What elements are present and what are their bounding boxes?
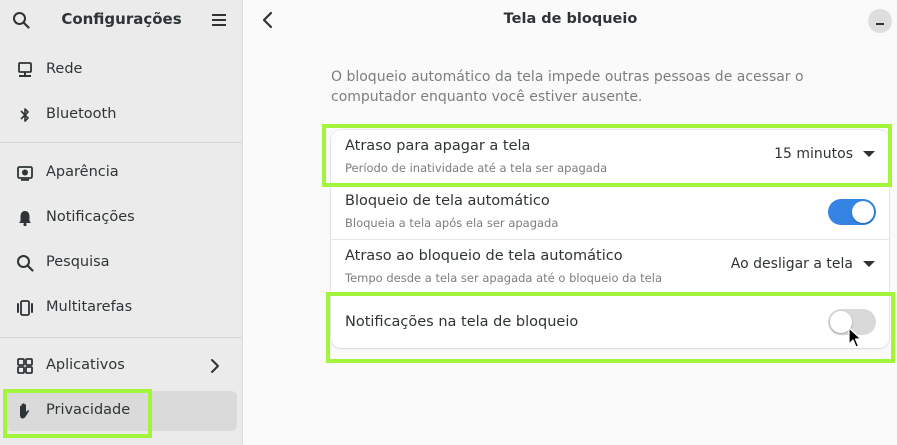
- mouse-pointer-icon: [848, 327, 862, 348]
- sidebar-item-label: Notificações: [46, 209, 135, 225]
- dropdown-value: Ao desligar a tela: [730, 256, 853, 272]
- auto-lock-toggle[interactable]: [828, 199, 876, 225]
- network-icon: [18, 62, 32, 77]
- row-subtitle: Bloqueia a tela após ela ser apagada: [345, 216, 559, 230]
- row-title: Atraso ao bloqueio de tela automático: [345, 248, 623, 264]
- sidebar-item-label: Aparência: [46, 164, 119, 180]
- sidebar-item-label: Bluetooth: [46, 106, 117, 122]
- search-icon: [17, 255, 34, 272]
- sidebar-item-bluetooth[interactable]: Bluetooth: [6, 95, 237, 135]
- sidebar-item-pesquisa[interactable]: Pesquisa: [6, 243, 237, 283]
- sidebar: Configurações Rede Bluetooth Aparência N…: [0, 0, 243, 445]
- highlight-box-screen-blank-delay: [322, 124, 892, 187]
- sidebar-divider: [0, 337, 243, 338]
- bell-icon: [19, 211, 31, 227]
- hamburger-menu-icon[interactable]: [210, 11, 228, 29]
- sidebar-item-multitarefas[interactable]: Multitarefas: [6, 288, 237, 328]
- main-panel: Tela de bloqueio O bloqueio automático d…: [244, 0, 897, 445]
- sidebar-item-aplicativos[interactable]: Aplicativos: [6, 346, 237, 386]
- sidebar-item-aparencia[interactable]: Aparência: [6, 153, 237, 193]
- auto-lock-delay-row[interactable]: Atraso ao bloqueio de tela automático Te…: [331, 239, 889, 294]
- minimize-button[interactable]: [868, 9, 892, 33]
- page-title: Tela de bloqueio: [503, 11, 638, 27]
- sidebar-item-label: Multitarefas: [46, 299, 133, 315]
- sidebar-divider: [0, 142, 243, 143]
- toggle-knob: [852, 201, 874, 223]
- appearance-icon: [17, 166, 33, 181]
- apps-grid-icon: [17, 358, 33, 374]
- sidebar-header: Configurações: [0, 0, 243, 40]
- row-subtitle: Tempo desde a tela ser apagada até o blo…: [345, 271, 663, 285]
- page-description: O bloqueio automático da tela impede out…: [331, 69, 804, 105]
- chevron-right-icon: [211, 359, 219, 373]
- highlight-box-privacidade: [3, 389, 152, 438]
- dropdown-arrow-icon: [863, 261, 875, 267]
- sidebar-title: Configurações: [61, 10, 182, 28]
- highlight-box-lock-screen-notifications: [326, 292, 895, 363]
- sidebar-item-label: Rede: [46, 61, 83, 77]
- sidebar-item-rede[interactable]: Rede: [6, 50, 237, 90]
- auto-lock-delay-dropdown[interactable]: Ao desligar a tela: [731, 256, 875, 272]
- sidebar-item-label: Aplicativos: [46, 357, 125, 373]
- multitasking-icon: [17, 300, 33, 316]
- sidebar-item-notificacoes[interactable]: Notificações: [6, 198, 237, 238]
- sidebar-item-label: Pesquisa: [46, 254, 110, 270]
- row-title: Bloqueio de tela automático: [345, 193, 550, 209]
- bluetooth-icon: [20, 108, 29, 122]
- auto-lock-row[interactable]: Bloqueio de tela automático Bloqueia a t…: [331, 184, 889, 239]
